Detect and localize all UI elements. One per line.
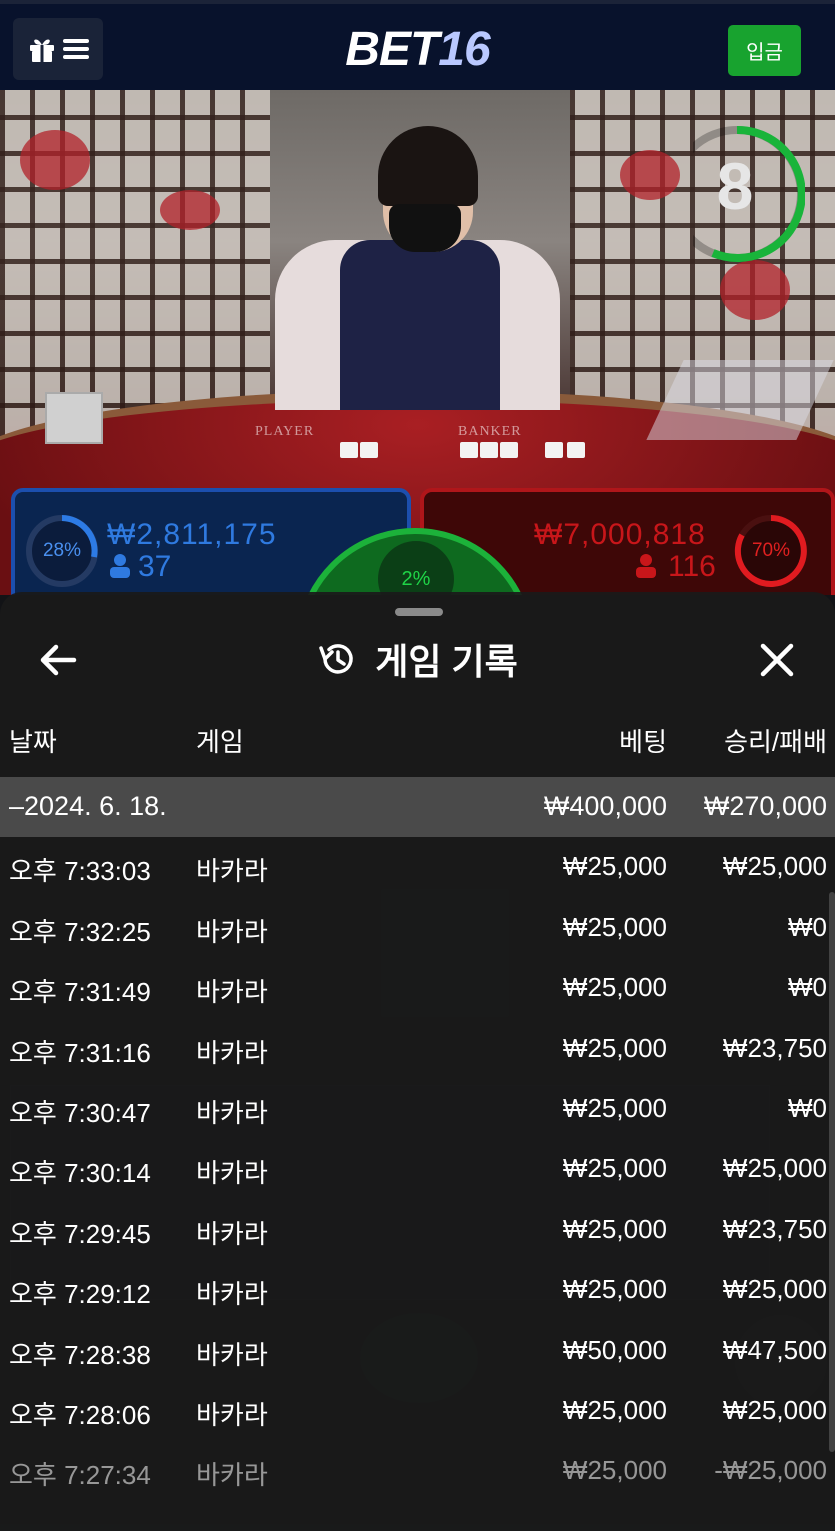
row-result: ₩23,750 bbox=[722, 1213, 827, 1244]
history-table: –2024. 6. 18. ₩400,000 ₩270,000 오후 7:33:… bbox=[0, 777, 835, 1502]
summary-date: –2024. 6. 18. bbox=[9, 791, 167, 821]
row-game: 바카라 bbox=[196, 916, 268, 947]
column-header-game[interactable]: 게임 bbox=[196, 722, 244, 759]
row-bet: ₩50,000 bbox=[562, 1334, 667, 1365]
player-user-icon bbox=[110, 554, 130, 578]
row-result: ₩25,000 bbox=[722, 1394, 827, 1425]
row-bet: ₩25,000 bbox=[562, 851, 667, 882]
date-summary-row[interactable]: –2024. 6. 18. ₩400,000 ₩270,000 bbox=[0, 777, 835, 838]
row-bet: ₩25,000 bbox=[562, 1394, 667, 1425]
row-time: 오후 7:29:45 bbox=[9, 1218, 151, 1249]
row-time: 오후 7:27:34 bbox=[9, 1460, 151, 1491]
history-row[interactable]: 오후 7:27:34 바카라 ₩25,000 -₩25,000 bbox=[0, 1441, 835, 1501]
column-header-date[interactable]: 날짜 bbox=[9, 722, 57, 759]
history-row[interactable]: 오후 7:28:06 바카라 ₩25,000 ₩25,000 bbox=[0, 1381, 835, 1441]
row-game: 바카라 bbox=[196, 1218, 268, 1249]
row-game: 바카라 bbox=[196, 1399, 268, 1430]
row-game: 바카라 bbox=[196, 1279, 268, 1310]
history-row[interactable]: 오후 7:32:25 바카라 ₩25,000 ₩0 bbox=[0, 898, 835, 958]
top-bar: BET16 입금 bbox=[0, 0, 835, 90]
row-time: 오후 7:28:38 bbox=[9, 1339, 151, 1370]
close-icon[interactable] bbox=[753, 636, 801, 684]
table-header: 날짜 게임 베팅 승리/패배 bbox=[0, 722, 835, 768]
banker-user-icon bbox=[636, 554, 656, 578]
row-bet: ₩25,000 bbox=[562, 972, 667, 1003]
row-result: ₩0 bbox=[788, 972, 827, 1003]
row-time: 오후 7:33:03 bbox=[9, 856, 151, 887]
history-row[interactable]: 오후 7:29:12 바카라 ₩25,000 ₩25,000 bbox=[0, 1260, 835, 1320]
row-result: ₩47,500 bbox=[722, 1334, 827, 1365]
row-result: ₩25,000 bbox=[722, 851, 827, 882]
row-bet: ₩25,000 bbox=[562, 1455, 667, 1486]
summary-bet: ₩400,000 bbox=[543, 791, 667, 821]
player-amount: ₩2,811,175 bbox=[107, 518, 277, 551]
row-bet: ₩25,000 bbox=[562, 911, 667, 942]
history-row[interactable]: 오후 7:30:14 바카라 ₩25,000 ₩25,000 bbox=[0, 1139, 835, 1199]
row-time: 오후 7:29:12 bbox=[9, 1279, 151, 1310]
scrollbar[interactable] bbox=[829, 892, 835, 1452]
row-time: 오후 7:32:25 bbox=[9, 916, 151, 947]
brand-logo[interactable]: BET16 bbox=[0, 22, 835, 77]
column-header-bet[interactable]: 베팅 bbox=[619, 722, 667, 759]
row-result: ₩25,000 bbox=[722, 1153, 827, 1184]
row-result: ₩0 bbox=[788, 1092, 827, 1123]
history-icon bbox=[319, 644, 353, 674]
row-bet: ₩25,000 bbox=[562, 1092, 667, 1123]
live-video: PLAYER BANKER 8 28% ₩2,811,175 37 ₩7,000… bbox=[0, 90, 835, 595]
drag-handle[interactable] bbox=[395, 608, 443, 616]
row-time: 오후 7:31:49 bbox=[9, 977, 151, 1008]
summary-result: ₩270,000 bbox=[703, 791, 827, 821]
row-result: -₩25,000 bbox=[714, 1455, 827, 1486]
column-header-result[interactable]: 승리/패배 bbox=[724, 722, 827, 759]
row-game: 바카라 bbox=[196, 1460, 268, 1491]
player-count: 37 bbox=[138, 550, 172, 583]
row-game: 바카라 bbox=[196, 1037, 268, 1068]
history-row[interactable]: 오후 7:30:47 바카라 ₩25,000 ₩0 bbox=[0, 1079, 835, 1139]
countdown-timer: 8 bbox=[716, 149, 754, 223]
row-bet: ₩25,000 bbox=[562, 1213, 667, 1244]
history-row[interactable]: 오후 7:29:45 바카라 ₩25,000 ₩23,750 bbox=[0, 1200, 835, 1260]
row-result: ₩25,000 bbox=[722, 1274, 827, 1305]
row-game: 바카라 bbox=[196, 977, 268, 1008]
row-time: 오후 7:30:14 bbox=[9, 1158, 151, 1189]
row-game: 바카라 bbox=[196, 1097, 268, 1128]
history-row[interactable]: 오후 7:33:03 바카라 ₩25,000 ₩25,000 bbox=[0, 837, 835, 897]
banker-percent: 70% bbox=[751, 540, 791, 561]
row-game: 바카라 bbox=[196, 856, 268, 887]
row-time: 오후 7:31:16 bbox=[9, 1037, 151, 1068]
row-game: 바카라 bbox=[196, 1158, 268, 1189]
row-time: 오후 7:28:06 bbox=[9, 1399, 151, 1430]
sheet-title: 게임 기록 bbox=[375, 641, 518, 682]
row-bet: ₩25,000 bbox=[562, 1274, 667, 1305]
history-row[interactable]: 오후 7:28:38 바카라 ₩50,000 ₩47,500 bbox=[0, 1321, 835, 1381]
banker-count: 116 bbox=[668, 550, 716, 583]
history-row[interactable]: 오후 7:31:49 바카라 ₩25,000 ₩0 bbox=[0, 958, 835, 1018]
table-label-banker: BANKER bbox=[458, 424, 522, 439]
game-history-sheet: 게임 기록 날짜 게임 베팅 승리/패배 –2024. 6. 18. ₩400,… bbox=[0, 592, 835, 1531]
row-game: 바카라 bbox=[196, 1339, 268, 1370]
deposit-button[interactable]: 입금 bbox=[728, 25, 801, 76]
row-bet: ₩25,000 bbox=[562, 1153, 667, 1184]
row-result: ₩0 bbox=[788, 911, 827, 942]
history-row[interactable]: 오후 7:31:16 바카라 ₩25,000 ₩23,750 bbox=[0, 1019, 835, 1079]
table-label-player: PLAYER bbox=[255, 424, 315, 439]
row-bet: ₩25,000 bbox=[562, 1032, 667, 1063]
player-percent: 28% bbox=[42, 540, 82, 561]
row-time: 오후 7:30:47 bbox=[9, 1097, 151, 1128]
row-result: ₩23,750 bbox=[722, 1032, 827, 1063]
banker-amount: ₩7,000,818 bbox=[534, 518, 706, 551]
